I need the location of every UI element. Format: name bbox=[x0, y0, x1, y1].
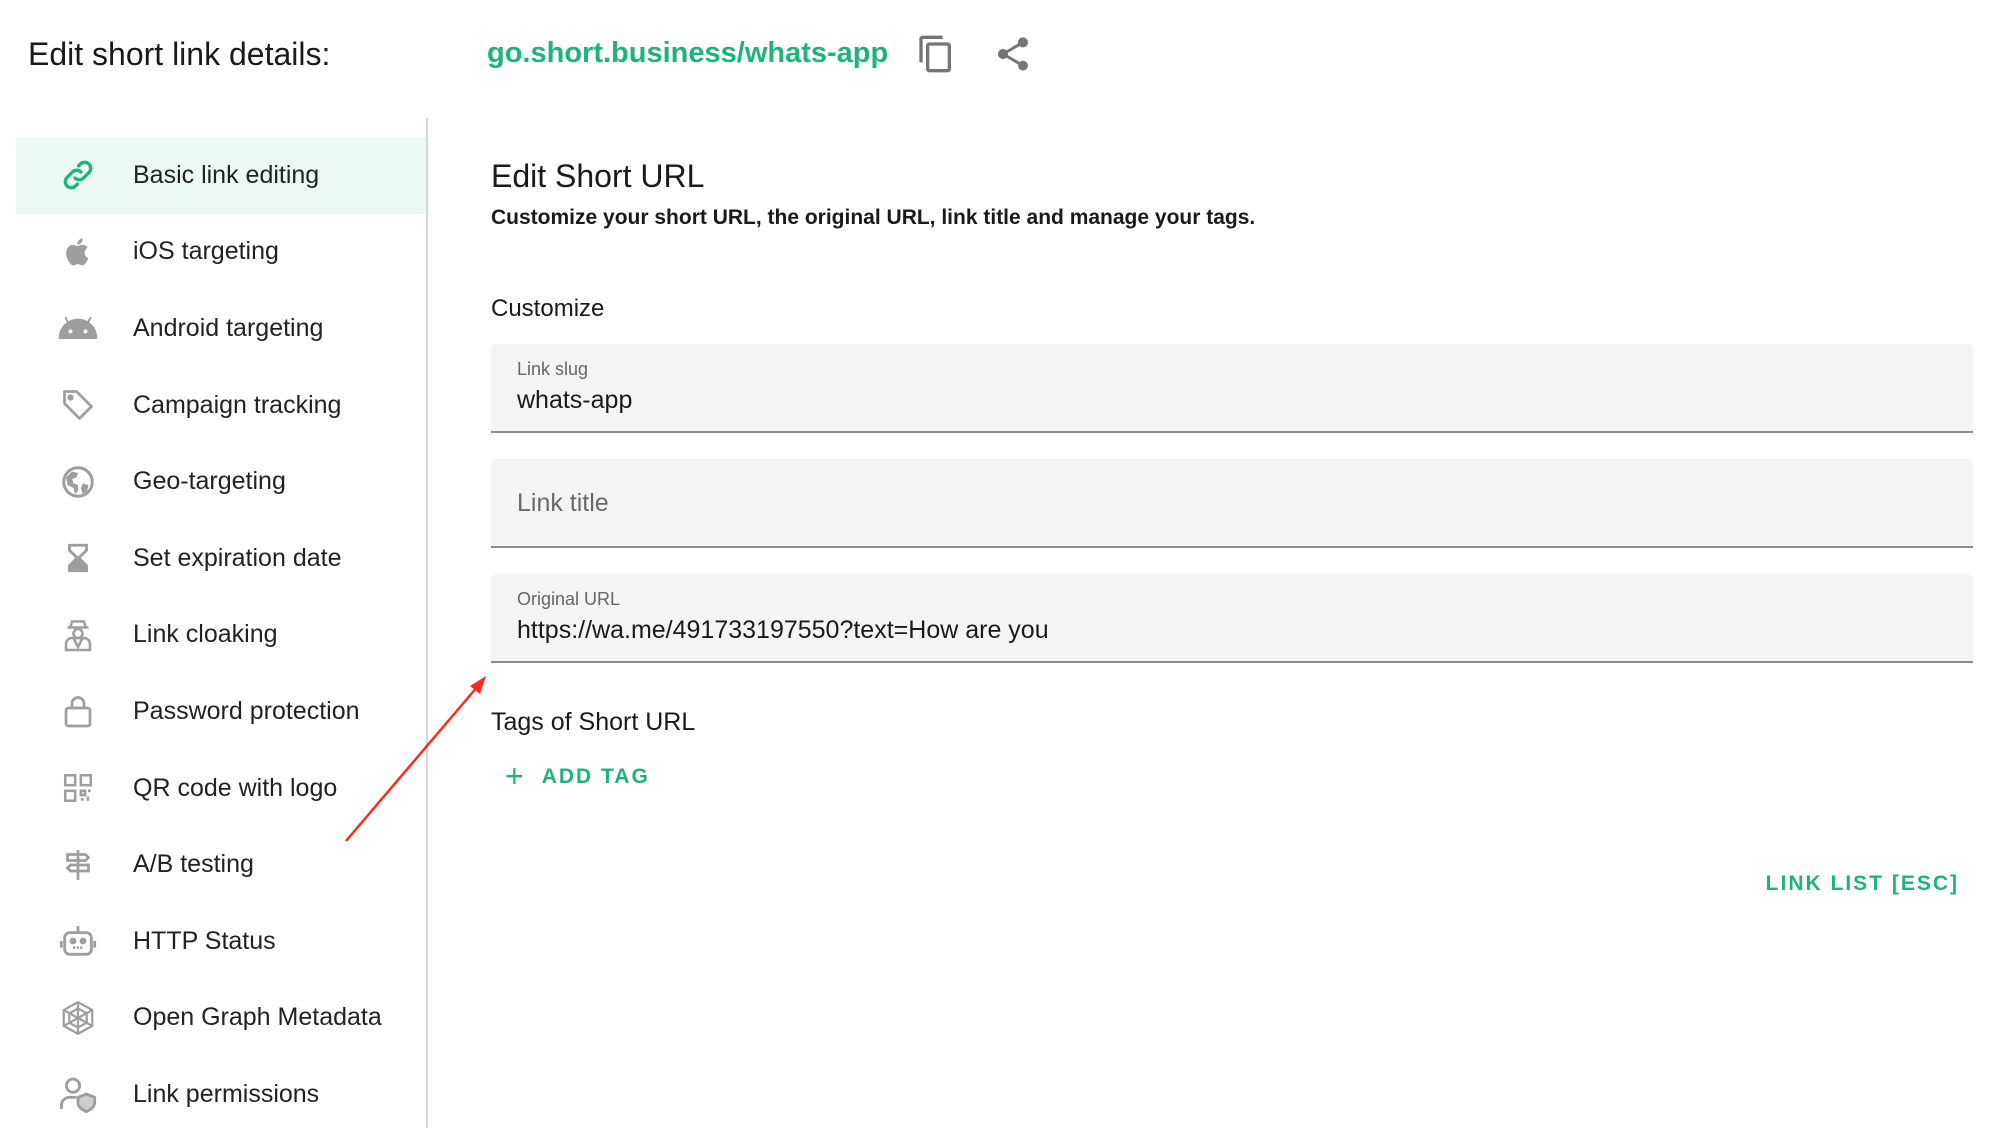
sidebar-item-label: QR code with logo bbox=[133, 773, 338, 802]
sidebar-item-password-protection[interactable]: Password protection bbox=[16, 673, 427, 750]
sidebar-item-label: HTTP Status bbox=[133, 926, 276, 955]
link-slug-value[interactable]: whats-app bbox=[517, 386, 632, 415]
sidebar-item-label: Link permissions bbox=[133, 1079, 320, 1108]
sidebar-item-a-b-testing[interactable]: A/B testing bbox=[16, 826, 427, 903]
sidebar-item-open-graph-metadata[interactable]: Open Graph Metadata bbox=[16, 980, 427, 1057]
sidebar-nav: Basic link editing iOS targeting Android t… bbox=[16, 137, 427, 1133]
sidebar-divider bbox=[426, 118, 428, 1128]
short-url-link[interactable]: go.short.business/whats-app bbox=[487, 37, 888, 70]
sidebar-item-label: Set expiration date bbox=[133, 543, 342, 572]
lock-icon bbox=[58, 691, 98, 731]
page-title: Edit short link details: bbox=[28, 36, 331, 72]
section-title: Edit Short URL bbox=[491, 158, 705, 194]
sidebar-item-label: Open Graph Metadata bbox=[133, 1003, 382, 1032]
spy-icon bbox=[58, 615, 98, 655]
customize-heading: Customize bbox=[491, 295, 605, 322]
qr-code-icon bbox=[58, 768, 98, 808]
sidebar-item-android-targeting[interactable]: Android targeting bbox=[16, 290, 427, 367]
sidebar-item-geo-targeting[interactable]: Geo-targeting bbox=[16, 443, 427, 520]
signpost-icon bbox=[58, 845, 98, 885]
globe-icon bbox=[58, 462, 98, 502]
sidebar-item-label: Link cloaking bbox=[133, 620, 278, 649]
link-list-button[interactable]: LINK LIST [ESC] bbox=[1766, 872, 1959, 896]
link-title-field[interactable]: Link title bbox=[491, 459, 1973, 548]
sidebar-item-set-expiration-date[interactable]: Set expiration date bbox=[16, 520, 427, 597]
plus-icon: + bbox=[505, 758, 526, 794]
link-icon bbox=[58, 155, 98, 195]
original-url-field[interactable]: Original URL https://wa.me/491733197550?… bbox=[491, 574, 1973, 663]
sidebar-item-qr-code-with-logo[interactable]: QR code with logo bbox=[16, 750, 427, 827]
robot-icon bbox=[58, 921, 98, 961]
link-slug-field[interactable]: Link slug whats-app bbox=[491, 344, 1973, 433]
sidebar-item-ios-targeting[interactable]: iOS targeting bbox=[16, 214, 427, 291]
sidebar-item-label: A/B testing bbox=[133, 850, 254, 879]
copy-icon[interactable] bbox=[916, 34, 956, 74]
link-title-placeholder[interactable]: Link title bbox=[517, 489, 609, 518]
sidebar-item-label: Campaign tracking bbox=[133, 390, 342, 419]
sidebar-item-label: iOS targeting bbox=[133, 237, 279, 266]
section-subtitle: Customize your short URL, the original U… bbox=[491, 206, 1256, 229]
tag-icon bbox=[58, 385, 98, 425]
hourglass-icon bbox=[58, 538, 98, 578]
original-url-value[interactable]: https://wa.me/491733197550?text=How are … bbox=[517, 616, 1049, 645]
sidebar-item-label: Android targeting bbox=[133, 313, 324, 342]
add-tag-button[interactable]: + ADD TAG bbox=[505, 758, 650, 795]
original-url-label: Original URL bbox=[517, 589, 621, 609]
sidebar-item-link-cloaking[interactable]: Link cloaking bbox=[16, 597, 427, 674]
spider-web-icon bbox=[58, 998, 98, 1038]
apple-icon bbox=[58, 232, 98, 272]
sidebar-item-label: Geo-targeting bbox=[133, 467, 286, 496]
sidebar-item-http-status[interactable]: HTTP Status bbox=[16, 903, 427, 980]
add-tag-label: ADD TAG bbox=[541, 764, 650, 788]
sidebar-item-label: Basic link editing bbox=[133, 160, 320, 189]
sidebar-item-link-permissions[interactable]: Link permissions bbox=[16, 1056, 427, 1133]
sidebar-item-label: Password protection bbox=[133, 696, 360, 725]
link-slug-label: Link slug bbox=[517, 359, 589, 379]
sidebar-item-campaign-tracking[interactable]: Campaign tracking bbox=[16, 367, 427, 444]
tags-heading: Tags of Short URL bbox=[491, 708, 696, 736]
share-icon[interactable] bbox=[993, 34, 1033, 74]
user-shield-icon bbox=[58, 1074, 98, 1114]
android-icon bbox=[58, 308, 98, 348]
sidebar-item-basic-link-editing[interactable]: Basic link editing bbox=[16, 137, 427, 214]
